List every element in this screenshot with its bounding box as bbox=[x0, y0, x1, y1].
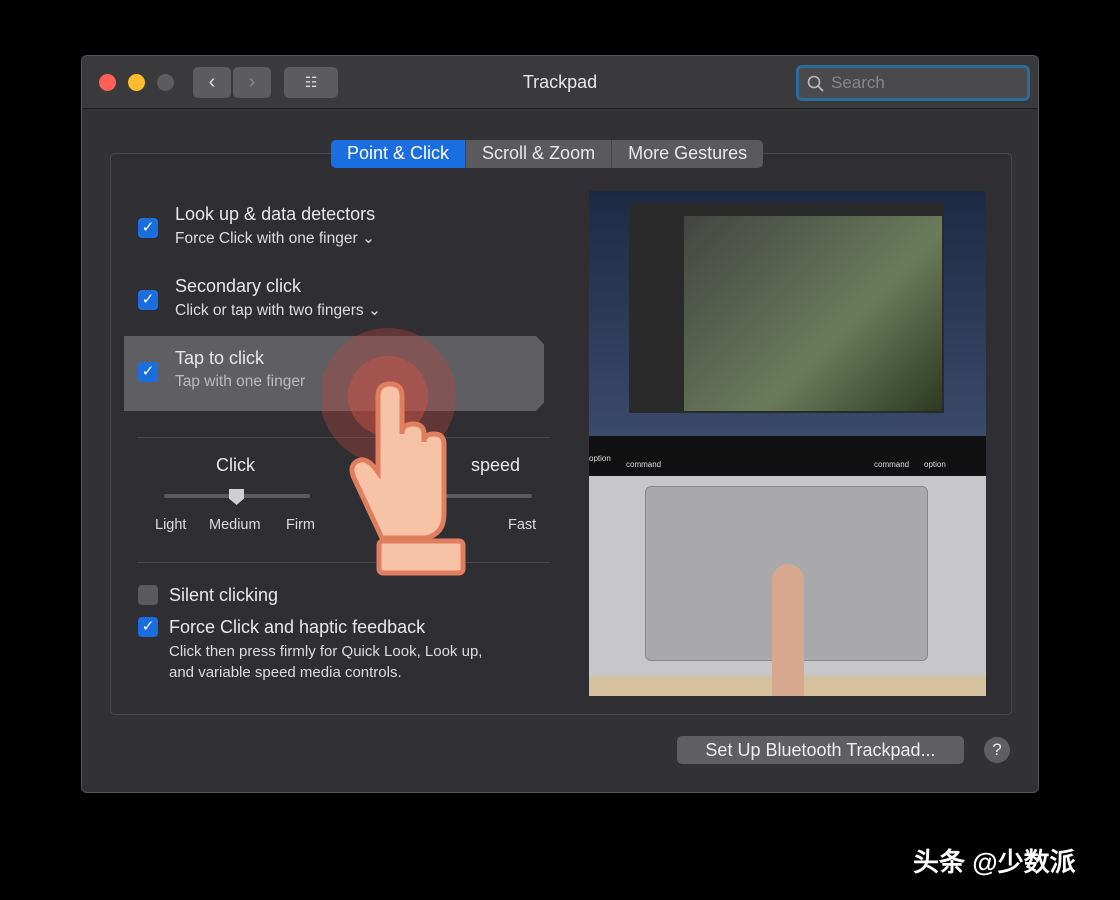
checkbox-tap-to-click[interactable]: ✓ bbox=[138, 362, 158, 382]
title-bar: ‹ › ☷ Trackpad Search bbox=[82, 56, 1038, 109]
setup-bluetooth-trackpad-button[interactable]: Set Up Bluetooth Trackpad... bbox=[677, 736, 964, 764]
help-button[interactable]: ? bbox=[984, 737, 1010, 763]
tab-bar: Point & Click Scroll & Zoom More Gesture… bbox=[331, 140, 764, 168]
checkbox-look-up[interactable]: ✓ bbox=[138, 218, 158, 238]
chevron-down-icon: ⌄ bbox=[361, 230, 375, 247]
tab-point-click[interactable]: Point & Click bbox=[331, 140, 466, 168]
checkbox-silent-clicking[interactable] bbox=[138, 585, 158, 605]
option-tap-to-click[interactable]: ✓ Tap to click Tap with one finger bbox=[138, 348, 305, 391]
option-secondary-click[interactable]: ✓ Secondary click Click or tap with two f… bbox=[138, 276, 381, 320]
keyboard-image: option command command option bbox=[589, 436, 986, 476]
photo bbox=[684, 216, 942, 411]
look-up-dropdown[interactable]: Force Click with one finger ⌄ bbox=[175, 229, 375, 248]
search-icon bbox=[807, 75, 824, 92]
checkbox-force-click[interactable]: ✓ bbox=[138, 617, 158, 637]
watermark: 头条 @少数派 bbox=[913, 847, 1076, 877]
search-input[interactable]: Search bbox=[796, 65, 1030, 101]
click-slider-label: Click bbox=[216, 455, 255, 475]
tab-more-gestures[interactable]: More Gestures bbox=[611, 140, 764, 168]
option-look-up[interactable]: ✓ Look up & data detectors Force Click wi… bbox=[138, 204, 375, 248]
gesture-preview-video: option command command option bbox=[589, 191, 986, 696]
checkbox-secondary-click[interactable]: ✓ bbox=[138, 290, 158, 310]
tab-scroll-zoom[interactable]: Scroll & Zoom bbox=[465, 140, 612, 168]
secondary-click-dropdown[interactable]: Click or tap with two fingers ⌄ bbox=[175, 301, 381, 320]
trackpad-window: ‹ › ☷ Trackpad Search Point & Click Scro… bbox=[81, 55, 1039, 793]
chevron-down-icon: ⌄ bbox=[367, 302, 381, 319]
finger-image bbox=[772, 564, 804, 696]
tap-hand-icon bbox=[322, 328, 466, 576]
